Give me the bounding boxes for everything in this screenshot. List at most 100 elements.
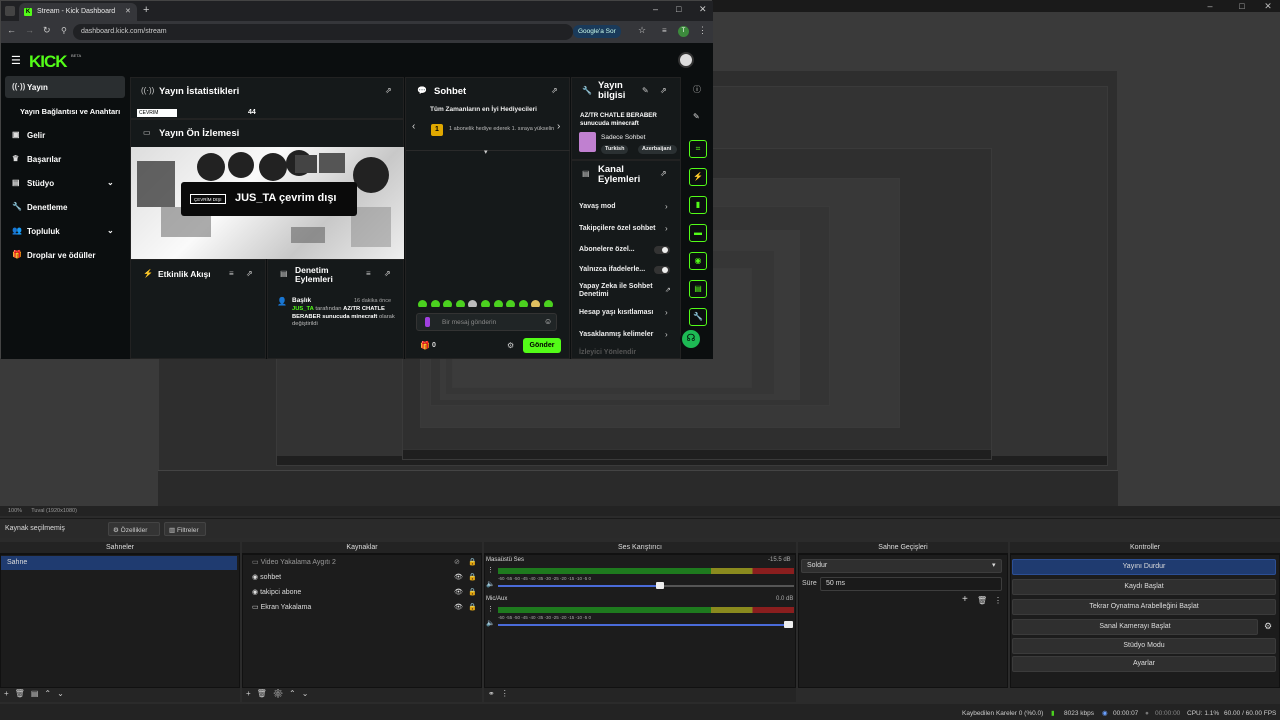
- popout-icon[interactable]: ⇗: [660, 86, 667, 95]
- add-icon[interactable]: +: [962, 594, 968, 605]
- maximize-icon[interactable]: □: [676, 4, 681, 14]
- action-banned-words[interactable]: Yasaklanmış kelimeler: [579, 331, 653, 338]
- trash-icon[interactable]: 🗑: [257, 689, 273, 698]
- site-info-icon[interactable]: ⚲: [61, 26, 67, 35]
- filter-icon[interactable]: ≡: [229, 269, 234, 278]
- settings-button[interactable]: Ayarlar: [1012, 656, 1276, 672]
- close-icon[interactable]: ✕: [1258, 0, 1278, 12]
- minimize-icon[interactable]: –: [1200, 0, 1220, 12]
- volume-handle[interactable]: [784, 621, 793, 628]
- menu-dots-icon[interactable]: ⋮: [994, 596, 1002, 605]
- emote-icon[interactable]: [518, 300, 528, 307]
- rail-clip-button[interactable]: ⌗: [689, 140, 707, 158]
- rail-document-button[interactable]: ▮: [689, 196, 707, 214]
- filters-button[interactable]: ▥ Filtreler: [164, 522, 206, 536]
- tab-menu-icon[interactable]: [5, 6, 15, 16]
- add-icon[interactable]: +: [246, 689, 257, 698]
- emote-icon[interactable]: [506, 300, 516, 307]
- down-icon[interactable]: ⌄: [57, 689, 70, 698]
- sidebar-item-studio[interactable]: ▤ Stüdyo ⌄: [5, 172, 125, 194]
- action-raid[interactable]: İzleyici Yönlendir: [579, 349, 636, 356]
- forward-icon[interactable]: →: [25, 25, 34, 35]
- scene-item[interactable]: Sahne: [1, 556, 237, 570]
- emoji-icon[interactable]: ☺: [544, 317, 552, 326]
- lock-icon[interactable]: 🔒: [468, 571, 477, 585]
- popout-icon[interactable]: ⇗: [246, 269, 253, 278]
- emote-icon[interactable]: [430, 300, 440, 307]
- chevron-right-icon[interactable]: ›: [665, 330, 668, 339]
- transition-select[interactable]: Soldur ▾: [801, 559, 1002, 573]
- chat-input[interactable]: Bir mesaj gönderin ☺: [416, 313, 557, 331]
- filter-icon[interactable]: ▤: [31, 689, 45, 698]
- hamburger-icon[interactable]: ☰: [11, 54, 21, 67]
- tag-chip[interactable]: Azerbaijani: [638, 145, 677, 154]
- rail-broadcast-button[interactable]: ◉: [689, 252, 707, 270]
- lock-icon[interactable]: 🔒: [468, 601, 477, 615]
- source-item[interactable]: ◉ sohbet 👁 🔒: [246, 571, 477, 585]
- visibility-icon[interactable]: ⊘: [454, 556, 460, 570]
- action-account-age[interactable]: Hesap yaşı kısıtlaması: [579, 309, 653, 316]
- support-button[interactable]: ☊: [680, 328, 702, 350]
- back-icon[interactable]: ←: [7, 25, 16, 35]
- popout-icon[interactable]: ⇗: [551, 86, 558, 95]
- chevron-right-icon[interactable]: ›: [665, 308, 668, 317]
- filter-icon[interactable]: ≡: [366, 269, 371, 278]
- replay-buffer-button[interactable]: Tekrar Oynatma Arabelleğini Başlat: [1012, 599, 1276, 615]
- gear-icon[interactable]: ⚙: [507, 341, 514, 350]
- speaker-icon[interactable]: 🔈: [486, 619, 495, 627]
- visibility-icon[interactable]: 👁: [454, 571, 463, 585]
- emote-icon[interactable]: [543, 300, 553, 307]
- chevron-down-icon[interactable]: ▾: [484, 148, 488, 156]
- sidebar-item-community[interactable]: 👥 Topluluk ⌄: [5, 220, 125, 242]
- visibility-icon[interactable]: 👁: [454, 586, 463, 600]
- down-icon[interactable]: ⌄: [302, 689, 315, 698]
- gear-icon[interactable]: ⚙: [273, 689, 289, 698]
- chevron-right-icon[interactable]: ›: [665, 224, 668, 233]
- trash-icon[interactable]: 🗑: [15, 689, 31, 698]
- sidebar-item-drops[interactable]: 🎁 Droplar ve ödüller: [5, 244, 125, 266]
- volume-slider[interactable]: [498, 585, 660, 587]
- source-item[interactable]: ◉ takipci abone 👁 🔒: [246, 586, 477, 600]
- close-icon[interactable]: ✕: [699, 4, 707, 15]
- kick-logo[interactable]: KICK: [29, 52, 68, 72]
- edit-icon[interactable]: ✎: [642, 86, 649, 95]
- trash-icon[interactable]: 🗑: [977, 596, 987, 605]
- user-avatar[interactable]: [678, 52, 694, 68]
- subscriber-toggle[interactable]: [654, 246, 670, 254]
- up-icon[interactable]: ⌃: [44, 689, 57, 698]
- menu-dots-icon[interactable]: ⋮: [501, 689, 515, 698]
- external-link-icon[interactable]: ⇗: [665, 286, 671, 294]
- emote-toggle[interactable]: [654, 266, 670, 274]
- up-icon[interactable]: ⌃: [289, 689, 302, 698]
- rail-chat-button[interactable]: ▬: [689, 224, 707, 242]
- new-tab-icon[interactable]: +: [143, 4, 149, 16]
- tag-chip[interactable]: Turkish: [601, 145, 629, 154]
- minimize-icon[interactable]: –: [653, 4, 658, 14]
- chevron-left-icon[interactable]: ‹: [412, 121, 415, 132]
- lock-icon[interactable]: 🔒: [468, 556, 477, 570]
- emote-icon[interactable]: [418, 300, 427, 307]
- visibility-icon[interactable]: 👁: [454, 601, 463, 615]
- info-icon[interactable]: ⓘ: [693, 84, 701, 95]
- action-slow-mode[interactable]: Yavaş mod: [579, 203, 616, 210]
- profile-avatar[interactable]: T: [678, 26, 689, 37]
- emote-icon[interactable]: [493, 300, 503, 307]
- emote-icon[interactable]: [455, 300, 465, 307]
- duration-input[interactable]: 50 ms: [820, 577, 1002, 591]
- reload-icon[interactable]: ↻: [43, 25, 51, 36]
- url-field[interactable]: dashboard.kick.com/stream: [73, 24, 573, 40]
- sidebar-item-stream[interactable]: ((·)) Yayın: [5, 76, 125, 98]
- browser-tab[interactable]: K Stream - Kick Dashboard ✕: [19, 3, 137, 21]
- source-item[interactable]: ▭ Video Yakalama Aygıtı 2 ⊘ 🔒: [246, 556, 477, 570]
- menu-dots-icon[interactable]: ⋮: [487, 605, 494, 613]
- link-icon[interactable]: ⚭: [488, 689, 501, 698]
- chevron-right-icon[interactable]: ›: [665, 202, 668, 211]
- gear-icon[interactable]: ⚙: [1264, 621, 1272, 632]
- sidebar-item-moderation[interactable]: 🔧 Denetleme: [5, 196, 125, 218]
- emote-icon[interactable]: [443, 300, 453, 307]
- emote-icon[interactable]: [468, 300, 478, 307]
- sidebar-item-achievements[interactable]: ♛ Başarılar: [5, 148, 125, 170]
- volume-handle[interactable]: [656, 582, 664, 589]
- emote-bar[interactable]: [418, 296, 568, 307]
- start-recording-button[interactable]: Kaydı Başlat: [1012, 579, 1276, 595]
